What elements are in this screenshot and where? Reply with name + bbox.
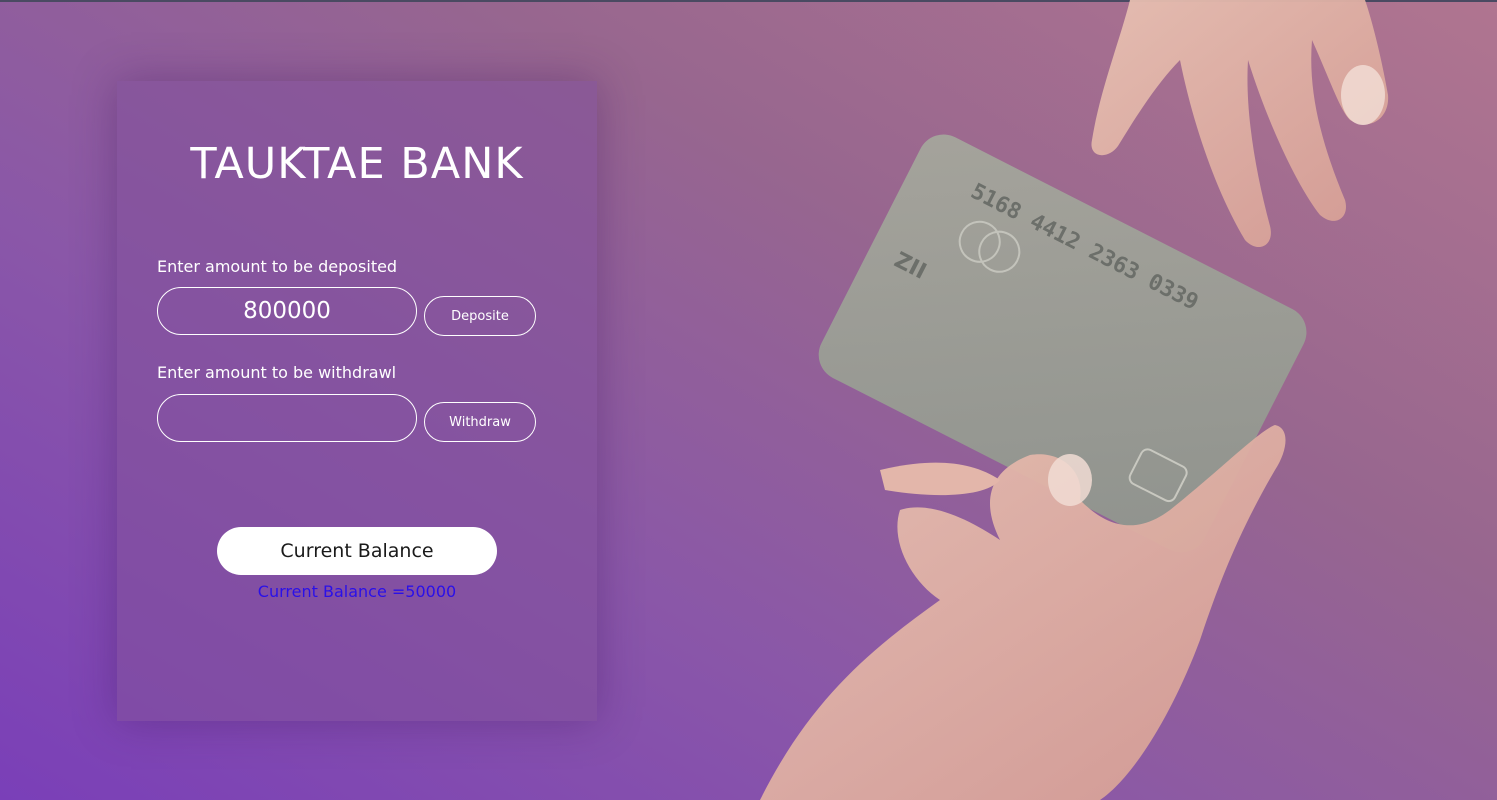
deposit-button[interactable]: Deposite <box>424 296 536 336</box>
lower-hand <box>760 425 1286 800</box>
withdraw-label: Enter amount to be withdrawl <box>157 363 397 382</box>
page-title: TAUKTAE BANK <box>190 139 524 189</box>
deposit-label: Enter amount to be deposited <box>157 257 398 276</box>
deposit-amount-input[interactable] <box>157 287 417 335</box>
upper-hand <box>1091 0 1389 248</box>
withdraw-amount-input[interactable] <box>157 394 417 442</box>
hero-illustration: 5168 4412 2363 0339 ZII <box>760 0 1389 800</box>
current-balance-button[interactable]: Current Balance <box>217 527 497 575</box>
bank-panel: TAUKTAE BANK Enter amount to be deposite… <box>117 81 597 721</box>
hero-image-hands-holding-card: 5168 4412 2363 0339 ZII <box>700 0 1497 800</box>
current-balance-result: Current Balance =50000 <box>257 582 457 601</box>
withdraw-button[interactable]: Withdraw <box>424 402 536 442</box>
